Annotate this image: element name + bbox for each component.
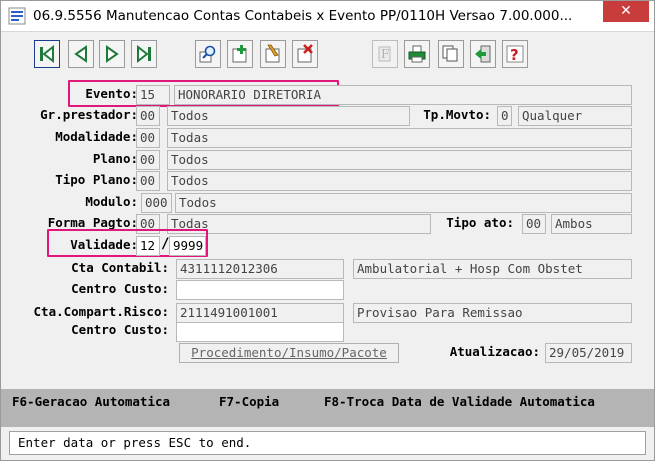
next-icon [106,45,119,63]
function-key-bar: F6-Geracao Automatica F7-Copia F8-Troca … [1,389,654,427]
search-button[interactable] [195,40,221,68]
tipo-plano-label: Tipo Plano: [55,172,138,187]
tipo-ato-code-field[interactable]: 00 [522,214,546,234]
exit-door-icon [475,45,491,63]
tp-movto-code-field[interactable]: 0 [497,106,512,126]
cta-compart-risco-field[interactable]: 2111491001001 [176,303,344,323]
svg-text:F: F [381,47,389,61]
tipo-plano-code-field[interactable]: 00 [136,171,160,191]
validade-month-field[interactable]: 12 [136,236,160,256]
plano-description: Todos [167,150,632,170]
filter-button[interactable]: F [372,40,398,68]
add-record-button[interactable] [227,40,253,68]
centro-custo-field[interactable] [176,280,344,300]
procedimento-insumo-pacote-button[interactable]: Procedimento/Insumo/Pacote [179,343,399,363]
modalidade-code-field[interactable]: 00 [136,128,160,148]
gr-prestador-description: Todos [167,106,410,126]
tipo-ato-description: Ambos [551,214,632,234]
delete-record-button[interactable] [292,40,318,68]
title-bar: 06.9.5556 Manutencao Contas Contabeis x … [1,1,654,32]
app-icon [8,7,26,25]
window-title: 06.9.5556 Manutencao Contas Contabeis x … [33,8,573,24]
validade-year-field[interactable]: 9999 [169,236,206,256]
copy-icon [442,45,458,62]
f8-troca-data-validade[interactable]: F8-Troca Data de Validade Automatica [324,394,595,409]
f7-copia[interactable]: F7-Copia [219,394,279,409]
delete-icon [297,44,313,63]
add-icon [232,45,247,63]
edit-icon [265,44,280,63]
search-icon [199,45,216,63]
status-bar: Enter data or press ESC to end. [9,431,646,455]
centro-custo-2-label: Centro Custo: [71,322,169,337]
cta-contabil-label: Cta Contabil: [71,260,169,275]
forma-pagto-label: Forma Pagto: [47,215,138,230]
print-button[interactable] [404,40,430,68]
modulo-description: Todos [175,193,632,213]
validade-label: Validade: [70,237,138,252]
cta-compart-risco-description: Provisao Para Remissao [353,303,632,323]
cta-contabil-description: Ambulatorial + Hosp Com Obstet [353,259,632,279]
next-record-button[interactable] [99,40,125,68]
evento-label: Evento: [85,86,138,101]
toolbar: F ? [9,34,644,76]
plano-code-field[interactable]: 00 [136,150,160,170]
form-panel: Evento: 15 HONORARIO DIRETORIA Gr.presta… [9,77,646,389]
tp-movto-description: Qualquer [518,106,632,126]
cta-compart-risco-label: Cta.Compart.Risco: [33,304,169,319]
first-icon [40,44,54,64]
close-button[interactable]: ✕ [603,1,649,22]
svg-text:?: ? [510,46,519,64]
atualizacao-value: 29/05/2019 [545,343,632,363]
modulo-code-field[interactable]: 000 [141,193,172,213]
modalidade-description: Todas [167,128,632,148]
centro-custo-2-field[interactable] [176,322,344,342]
cta-contabil-field[interactable]: 4311112012306 [176,259,344,279]
modulo-label: Modulo: [85,194,138,209]
tipo-ato-label: Tipo ato: [446,215,514,230]
centro-custo-label: Centro Custo: [71,281,169,296]
plano-label: Plano: [92,151,138,166]
previous-icon [74,45,87,63]
help-icon: ? [506,45,524,64]
f6-geracao-automatica[interactable]: F6-Geracao Automatica [12,394,170,409]
evento-code-field[interactable]: 15 [136,85,170,105]
printer-icon [408,45,426,63]
app-window: 06.9.5556 Manutencao Contas Contabeis x … [0,0,655,461]
exit-button[interactable] [470,40,496,68]
modalidade-label: Modalidade: [55,129,138,144]
evento-description: HONORARIO DIRETORIA [174,85,632,105]
filter-icon: F [378,46,391,62]
gr-prestador-label: Gr.prestador: [40,107,138,122]
tipo-plano-description: Todos [167,171,632,191]
copy-button[interactable] [438,40,464,68]
previous-record-button[interactable] [68,40,94,68]
last-record-button[interactable] [131,40,157,68]
help-button[interactable]: ? [502,40,528,68]
atualizacao-label: Atualizacao: [449,344,540,359]
edit-record-button[interactable] [260,40,286,68]
first-record-button[interactable] [34,40,60,68]
last-icon [137,44,151,64]
tp-movto-label: Tp.Movto: [423,107,491,122]
gr-prestador-code-field[interactable]: 00 [136,106,160,126]
